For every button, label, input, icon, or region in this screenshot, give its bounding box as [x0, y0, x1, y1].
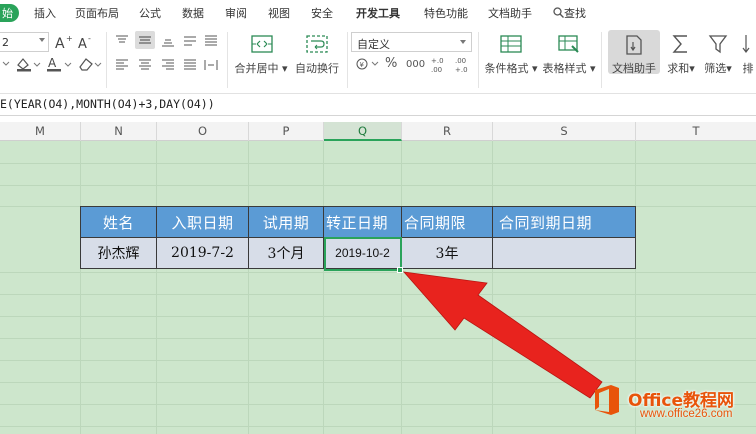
tab-insert[interactable]: 插入: [34, 5, 56, 21]
svg-text:+.0: +.0: [455, 66, 468, 74]
svg-text:A: A: [78, 37, 87, 50]
orientation-icon[interactable]: [182, 34, 198, 48]
search-label: 查找: [564, 7, 586, 20]
increase-font-icon[interactable]: A +: [55, 34, 73, 50]
column-header-bar: M N O P Q R S T: [0, 122, 756, 141]
number-format-select[interactable]: 自定义: [351, 32, 472, 52]
chevron-down-icon: [39, 38, 45, 42]
align-middle-icon: [139, 36, 151, 44]
toolbar-separator: [347, 32, 348, 88]
table-style-label: 表格样式 ▾: [542, 62, 596, 75]
column-header-q[interactable]: Q: [324, 122, 402, 141]
tab-security[interactable]: 安全: [311, 5, 333, 21]
align-bottom-icon[interactable]: [160, 34, 176, 48]
column-header-m[interactable]: M: [0, 122, 81, 141]
filter-label: 筛选▾: [704, 62, 732, 75]
search-button[interactable]: 查找: [553, 5, 586, 21]
spreadsheet-grid[interactable]: 姓名 入职日期 试用期 转正日期 合同期限 合同到期日期 孙杰辉 2019-7-…: [0, 141, 756, 434]
ribbon-tab-bar: 始 插入 页面布局 公式 数据 审阅 视图 安全 开发工具 特色功能 文档助手 …: [0, 0, 756, 26]
document-assistant-icon: [626, 35, 642, 55]
column-header-s[interactable]: S: [493, 122, 636, 141]
column-header-o[interactable]: O: [157, 122, 249, 141]
align-top-icon[interactable]: [114, 34, 130, 48]
toolbar-separator: [227, 32, 228, 88]
table-style-icon: [558, 35, 579, 53]
watermark-url: www.office26.com: [640, 408, 733, 420]
ribbon-toolbar: 2 A + A- A 合并居中 ▾ 自动换行 自定义 ¥ % 000 +.0.00…: [0, 26, 756, 94]
align-left-icon[interactable]: [114, 58, 130, 72]
search-icon: [553, 7, 564, 18]
sort-button[interactable]: 排: [740, 30, 756, 75]
currency-icon[interactable]: ¥: [355, 56, 381, 72]
svg-text:+.0: +.0: [431, 57, 444, 65]
justify-icon[interactable]: [203, 34, 219, 48]
office-logo-icon: [595, 385, 619, 415]
sort-icon: [742, 35, 750, 53]
auto-wrap-button[interactable]: 自动换行: [290, 30, 344, 75]
toolbar-separator: [601, 32, 602, 88]
sum-label: 求和▾: [667, 62, 695, 75]
tab-special-features[interactable]: 特色功能: [424, 5, 468, 21]
tab-home[interactable]: 始: [0, 4, 19, 22]
svg-text:A: A: [55, 36, 65, 50]
svg-text:A: A: [48, 56, 57, 70]
distributed-icon[interactable]: [182, 58, 198, 72]
indent-icon[interactable]: [203, 58, 219, 72]
conditional-format-label: 条件格式 ▾: [484, 62, 538, 75]
document-assistant-button[interactable]: 文档助手: [608, 30, 660, 75]
document-assistant-label: 文档助手: [612, 62, 656, 75]
svg-text:+: +: [66, 34, 73, 43]
toolbar-separator: [478, 32, 479, 88]
font-size-select[interactable]: 2: [0, 32, 49, 52]
wrap-text-icon: [306, 35, 328, 53]
fill-color-icon[interactable]: [15, 56, 41, 72]
eraser-icon[interactable]: [77, 56, 103, 72]
merge-cells-icon: [251, 35, 273, 53]
merge-center-label: 合并居中 ▾: [234, 62, 288, 75]
font-color-icon[interactable]: A: [45, 56, 73, 72]
column-header-n[interactable]: N: [81, 122, 157, 141]
merge-center-button[interactable]: 合并居中 ▾: [232, 30, 290, 75]
toolbar-separator: [106, 32, 107, 88]
decrease-decimal-icon[interactable]: .00+.0: [454, 55, 474, 75]
column-header-p[interactable]: P: [249, 122, 324, 141]
conditional-format-icon: [500, 35, 522, 53]
percent-button[interactable]: %: [385, 56, 397, 71]
column-header-r[interactable]: R: [402, 122, 493, 141]
tab-document-assistant[interactable]: 文档助手: [488, 5, 532, 21]
tab-developer-tools[interactable]: 开发工具: [356, 5, 400, 21]
svg-text:.00: .00: [455, 57, 466, 65]
filter-button[interactable]: 筛选▾: [700, 30, 736, 75]
conditional-format-button[interactable]: 条件格式 ▾: [483, 30, 539, 75]
tab-data[interactable]: 数据: [182, 5, 204, 21]
number-format-value: 自定义: [357, 38, 390, 51]
font-options-chevron-icon[interactable]: [0, 56, 12, 70]
sum-icon: [672, 35, 687, 53]
svg-text:-: -: [88, 34, 91, 43]
increase-decimal-icon[interactable]: +.0.00: [430, 55, 450, 75]
sort-label: 排: [742, 62, 754, 75]
align-middle-button[interactable]: [135, 31, 155, 49]
decrease-font-icon[interactable]: A-: [78, 34, 96, 50]
align-right-icon[interactable]: [160, 58, 176, 72]
svg-text:.00: .00: [431, 66, 442, 74]
tab-page-layout[interactable]: 页面布局: [75, 5, 119, 21]
svg-text:¥: ¥: [360, 61, 365, 69]
sum-button[interactable]: 求和▾: [664, 30, 698, 75]
tab-review[interactable]: 审阅: [225, 5, 247, 21]
table-style-button[interactable]: 表格样式 ▾: [541, 30, 597, 75]
chevron-down-icon: [460, 40, 466, 44]
red-arrow-icon: [402, 271, 603, 399]
auto-wrap-label: 自动换行: [295, 62, 339, 75]
tab-view[interactable]: 视图: [268, 5, 290, 21]
font-size-value: 2: [2, 36, 9, 49]
tab-formulas[interactable]: 公式: [139, 5, 161, 21]
column-header-t[interactable]: T: [636, 122, 756, 141]
align-center-icon[interactable]: [137, 58, 153, 72]
thousands-separator-button[interactable]: 000: [406, 59, 425, 70]
filter-icon: [708, 35, 728, 54]
formula-text: E(YEAR(O4),MONTH(O4)+3,DAY(O4)): [0, 97, 215, 111]
formula-bar[interactable]: E(YEAR(O4),MONTH(O4)+3,DAY(O4)): [0, 94, 756, 116]
